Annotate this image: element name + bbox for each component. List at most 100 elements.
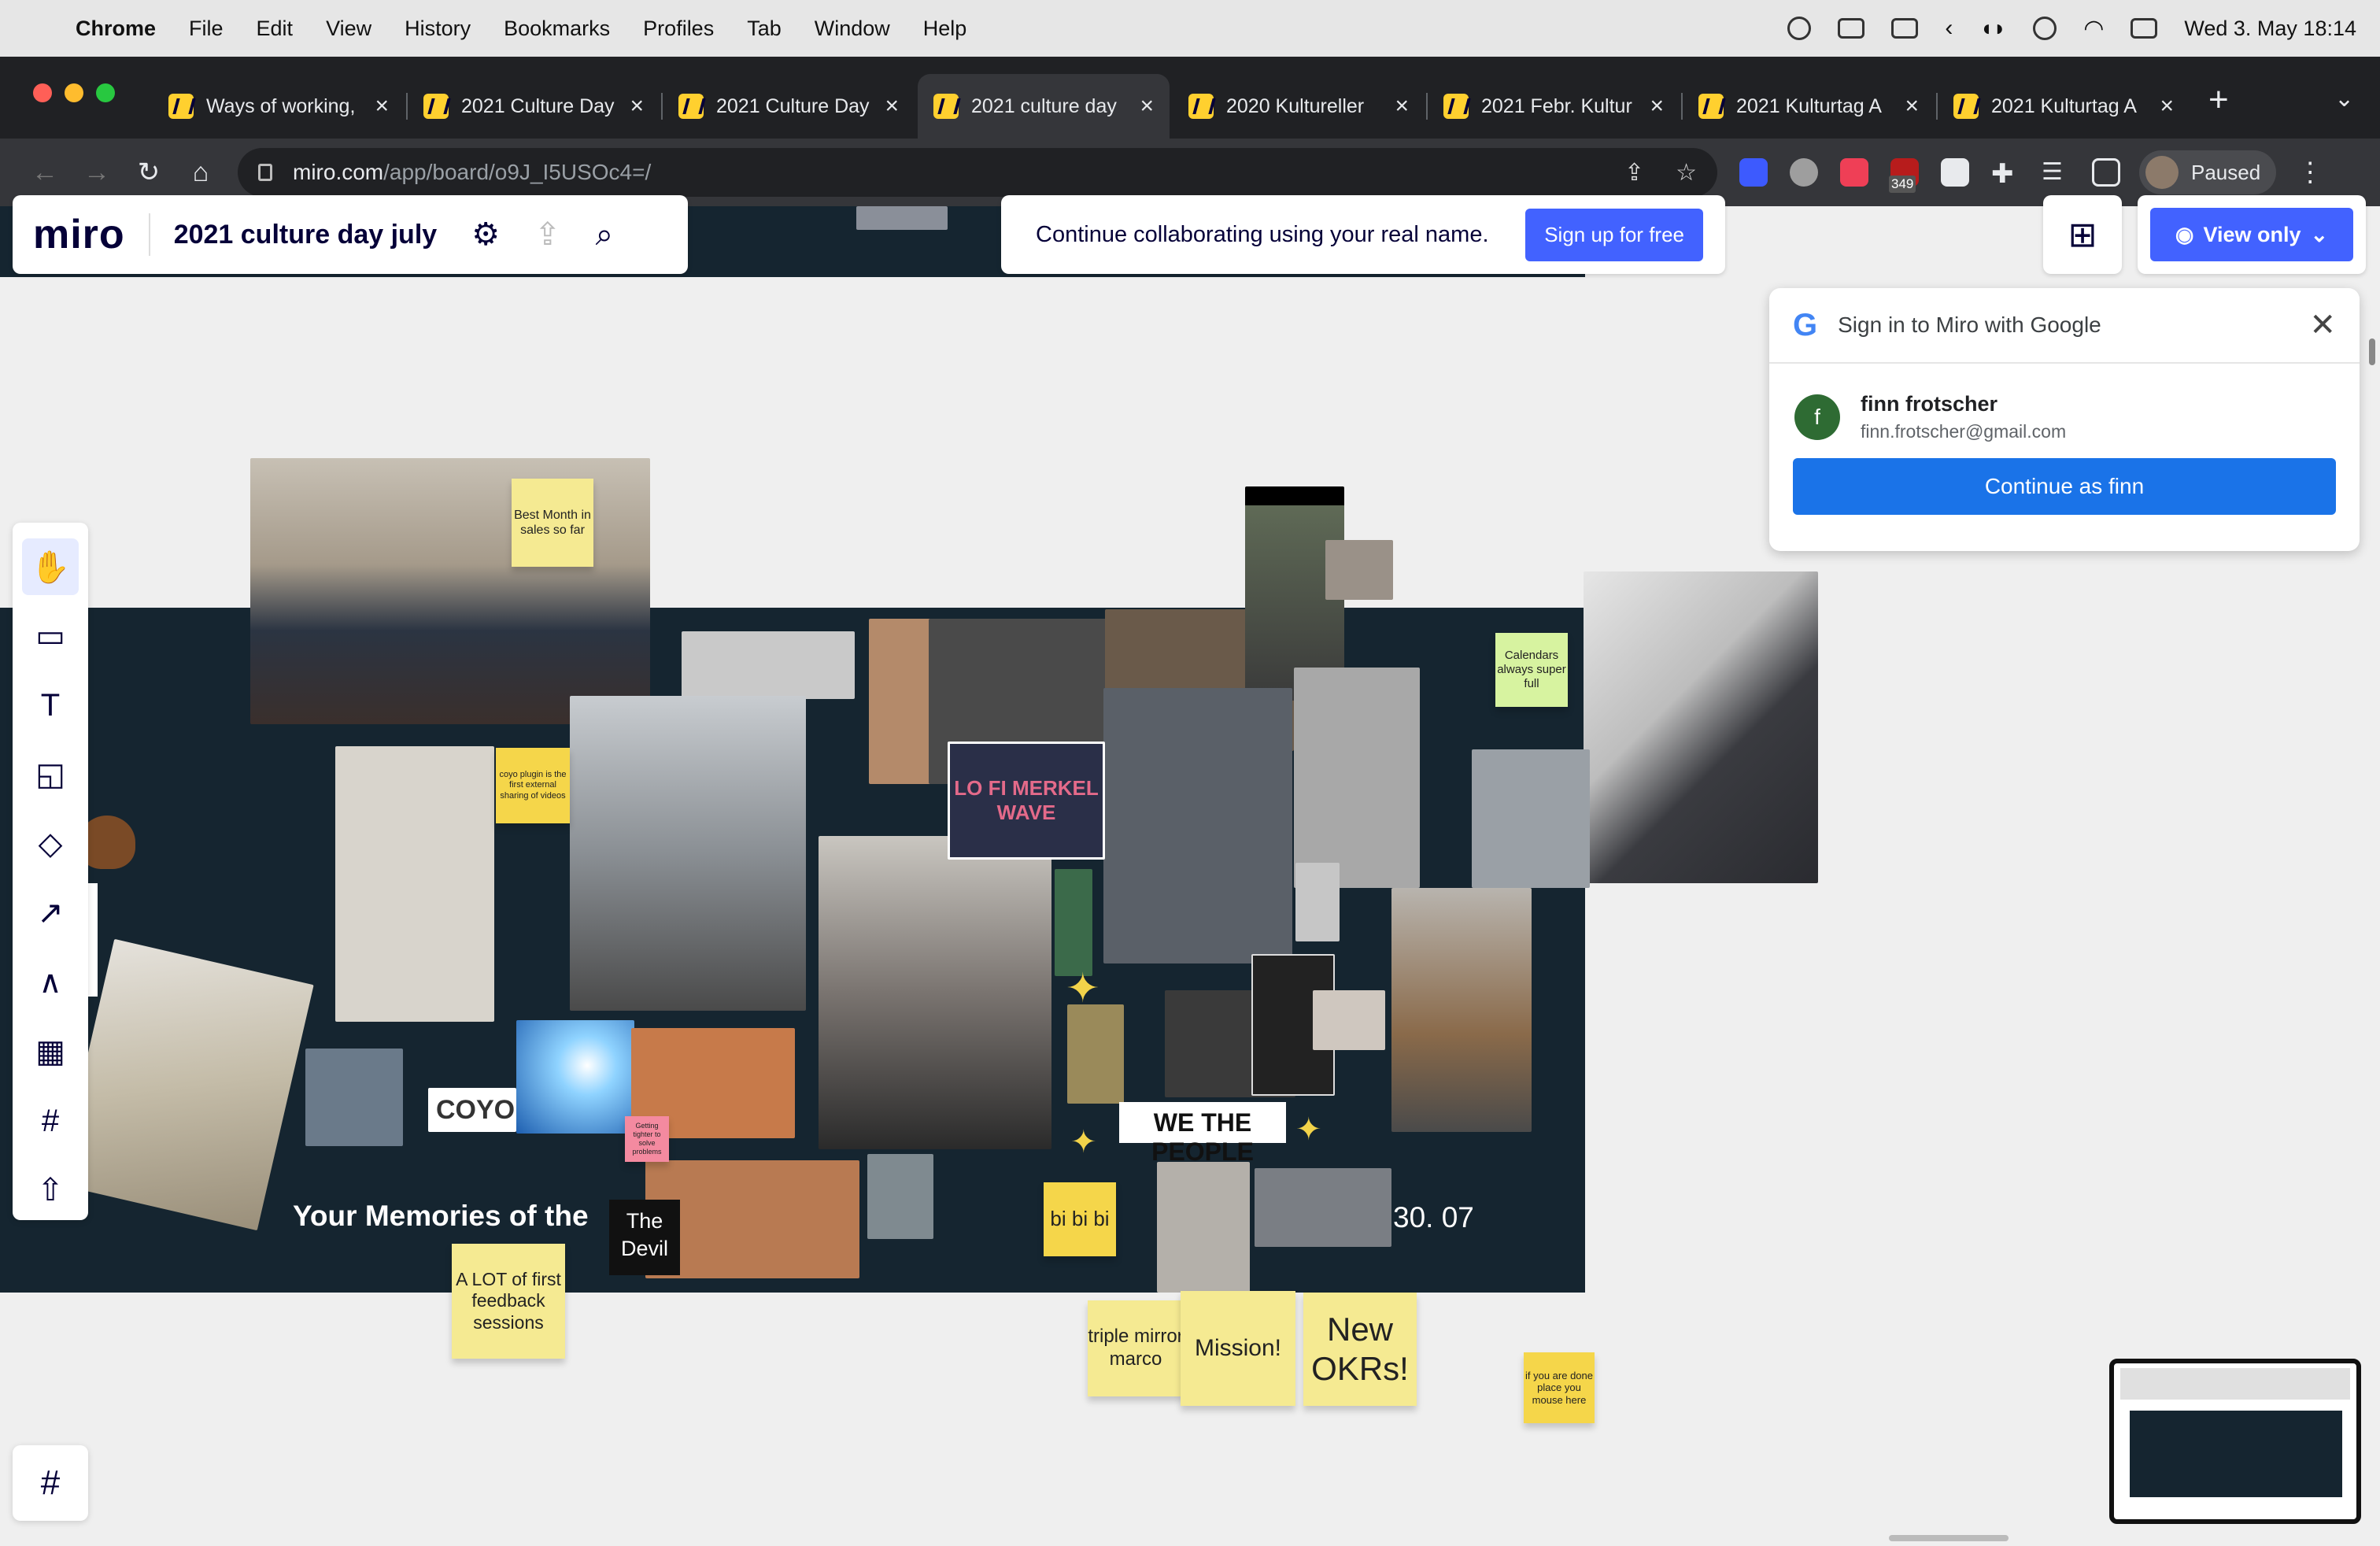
sticky-triple-mirror[interactable]: triple mirror marco: [1088, 1300, 1184, 1396]
sticky-okrs[interactable]: New OKRs!: [1303, 1293, 1417, 1406]
menu-window[interactable]: Window: [815, 17, 890, 41]
share-icon[interactable]: ⇪: [1624, 159, 1644, 187]
tab-close-icon[interactable]: ×: [1140, 93, 1154, 120]
vpn-icon[interactable]: [2033, 17, 2057, 40]
tab-3[interactable]: 2021 Culture Day ×: [663, 74, 915, 139]
video-thumbnail[interactable]: LO FI MERKEL WAVE: [948, 742, 1105, 860]
view-only-button[interactable]: ◉ View only ⌄: [2138, 195, 2366, 274]
hand-tool-icon[interactable]: ✋: [22, 538, 79, 595]
sticky-bibibi[interactable]: bi bi bi: [1044, 1182, 1116, 1256]
tab-close-icon[interactable]: ×: [630, 93, 644, 120]
sticky-feedback[interactable]: A LOT of first feedback sessions: [452, 1244, 565, 1359]
wifi-icon[interactable]: ◠: [2083, 15, 2104, 43]
forward-arrow-icon[interactable]: →: [71, 157, 123, 188]
url-text[interactable]: miro.com/app/board/o9J_I5USOc4=/: [293, 160, 1593, 185]
menu-bookmarks[interactable]: Bookmarks: [504, 17, 610, 41]
menu-history[interactable]: History: [405, 17, 471, 41]
continue-as-button[interactable]: Continue as finn: [1793, 458, 2336, 515]
chevron-left-icon[interactable]: ‹: [1945, 15, 1953, 42]
upload-tool-icon[interactable]: ⇧: [22, 1162, 79, 1219]
arrow-tool-icon[interactable]: ↗: [22, 885, 79, 941]
new-tab-plus-icon[interactable]: +: [2208, 80, 2229, 120]
extension-square-icon[interactable]: [1941, 158, 1969, 187]
tab-5[interactable]: 2020 Kultureller ×: [1173, 74, 1425, 139]
tab-2[interactable]: 2021 Culture Day ×: [408, 74, 660, 139]
sticky-mission[interactable]: Mission!: [1181, 1291, 1295, 1406]
pocket-extension-icon[interactable]: [1840, 158, 1868, 187]
menu-tab[interactable]: Tab: [747, 17, 782, 41]
text-tool-icon[interactable]: T: [22, 677, 79, 734]
we-the-people-label[interactable]: WE THE PEOPLE: [1119, 1102, 1286, 1166]
close-window-button[interactable]: [33, 83, 52, 102]
sticky-getting-tighter[interactable]: Getting tighter to solve problems: [625, 1116, 669, 1162]
tab-1[interactable]: Ways of working, ×: [153, 74, 405, 139]
frames-panel-icon[interactable]: #: [13, 1445, 88, 1521]
google-account[interactable]: f finn frotscher finn.frotscher@gmail.co…: [1769, 364, 2360, 458]
browser-menu-icon[interactable]: ⋮: [2297, 157, 2323, 188]
sticky-note-tool-icon[interactable]: ◱: [22, 746, 79, 803]
tab-6[interactable]: 2021 Febr. Kultur ×: [1428, 74, 1680, 139]
devil-label[interactable]: The Devil: [609, 1200, 680, 1275]
apps-icon[interactable]: ⊞: [2043, 195, 2122, 274]
battery-icon[interactable]: [1838, 18, 1865, 39]
bitwarden-extension-icon[interactable]: [1739, 158, 1768, 187]
zoom-window-button[interactable]: [96, 83, 115, 102]
tab-close-icon[interactable]: ×: [1650, 93, 1664, 120]
settings-gear-icon[interactable]: ⚙: [471, 216, 500, 253]
tab-title: 2021 Febr. Kultur: [1481, 94, 1632, 117]
board-minimap[interactable]: [2109, 1359, 2361, 1524]
reload-icon[interactable]: ↻: [123, 157, 175, 188]
board-name[interactable]: 2021 culture day july: [174, 220, 438, 250]
menu-help[interactable]: Help: [923, 17, 967, 41]
menu-file[interactable]: File: [189, 17, 224, 41]
tab-close-icon[interactable]: ×: [375, 93, 389, 120]
frame-tool-icon[interactable]: #: [22, 1093, 79, 1149]
sticky-calendars[interactable]: Calendars always super full: [1495, 633, 1568, 707]
vertical-scrollbar[interactable]: [2369, 338, 2375, 365]
datetime[interactable]: Wed 3. May 18:14: [2184, 17, 2356, 41]
tab-close-icon[interactable]: ×: [885, 93, 899, 120]
lock-icon[interactable]: [258, 164, 272, 181]
pen-tool-icon[interactable]: ∧: [22, 954, 79, 1011]
menu-view[interactable]: View: [326, 17, 371, 41]
signup-button[interactable]: Sign up for free: [1525, 208, 1703, 261]
board-title-text[interactable]: Your Memories of the: [293, 1200, 589, 1233]
side-panel-icon[interactable]: [2092, 158, 2120, 187]
home-icon[interactable]: ⌂: [175, 157, 227, 188]
tab-8[interactable]: 2021 Kulturtag A ×: [1938, 74, 2190, 139]
address-bar[interactable]: miro.com/app/board/o9J_I5USOc4=/ ⇪ ☆: [238, 148, 1717, 197]
comment-tool-icon[interactable]: ▭: [22, 608, 79, 664]
horizontal-scrollbar[interactable]: [1889, 1535, 2009, 1541]
menu-profiles[interactable]: Profiles: [643, 17, 714, 41]
shapes-tool-icon[interactable]: ◇: [22, 816, 79, 872]
tab-close-icon[interactable]: ×: [1905, 93, 1919, 120]
profile-button[interactable]: Paused: [2139, 150, 2277, 194]
sticky-best-month[interactable]: Best Month in sales so far: [512, 479, 593, 567]
tab-close-icon[interactable]: ×: [1395, 93, 1409, 120]
templates-tool-icon[interactable]: ▦: [22, 1023, 79, 1080]
bookmark-star-icon[interactable]: ☆: [1676, 159, 1697, 187]
tab-close-icon[interactable]: ×: [2160, 93, 2174, 120]
ublock-extension-icon[interactable]: 349: [1889, 158, 1919, 193]
menu-app-name[interactable]: Chrome: [76, 17, 156, 41]
sticky-mouse-here[interactable]: if you are done place you mouse here: [1524, 1352, 1595, 1423]
menu-edit[interactable]: Edit: [257, 17, 294, 41]
display-icon[interactable]: [1891, 18, 1919, 39]
puzzle-extensions-icon[interactable]: ✚: [1991, 158, 2020, 189]
control-center-icon[interactable]: [2131, 18, 2158, 39]
tab-7[interactable]: 2021 Kulturtag A ×: [1683, 74, 1935, 139]
miro-logo[interactable]: miro: [33, 211, 125, 258]
airpods-icon[interactable]: ◖◗: [1979, 16, 2006, 41]
export-upload-icon[interactable]: ⇪: [534, 216, 561, 253]
tab-search-chevron-icon[interactable]: ⌄: [2334, 85, 2354, 113]
minimize-window-button[interactable]: [65, 83, 83, 102]
close-icon[interactable]: ✕: [2309, 307, 2336, 343]
time-machine-icon[interactable]: [1787, 17, 1812, 40]
incognito-extension-icon[interactable]: [1790, 158, 1818, 187]
tab-4-active[interactable]: 2021 culture day ×: [918, 74, 1170, 139]
sticky-coyo-plugin[interactable]: coyo plugin is the first external sharin…: [496, 748, 570, 823]
search-icon[interactable]: ⌕: [596, 217, 613, 253]
date-text[interactable]: 30. 07: [1393, 1201, 1474, 1234]
reading-list-icon[interactable]: ☰: [2042, 158, 2070, 187]
back-arrow-icon[interactable]: ←: [19, 157, 71, 188]
